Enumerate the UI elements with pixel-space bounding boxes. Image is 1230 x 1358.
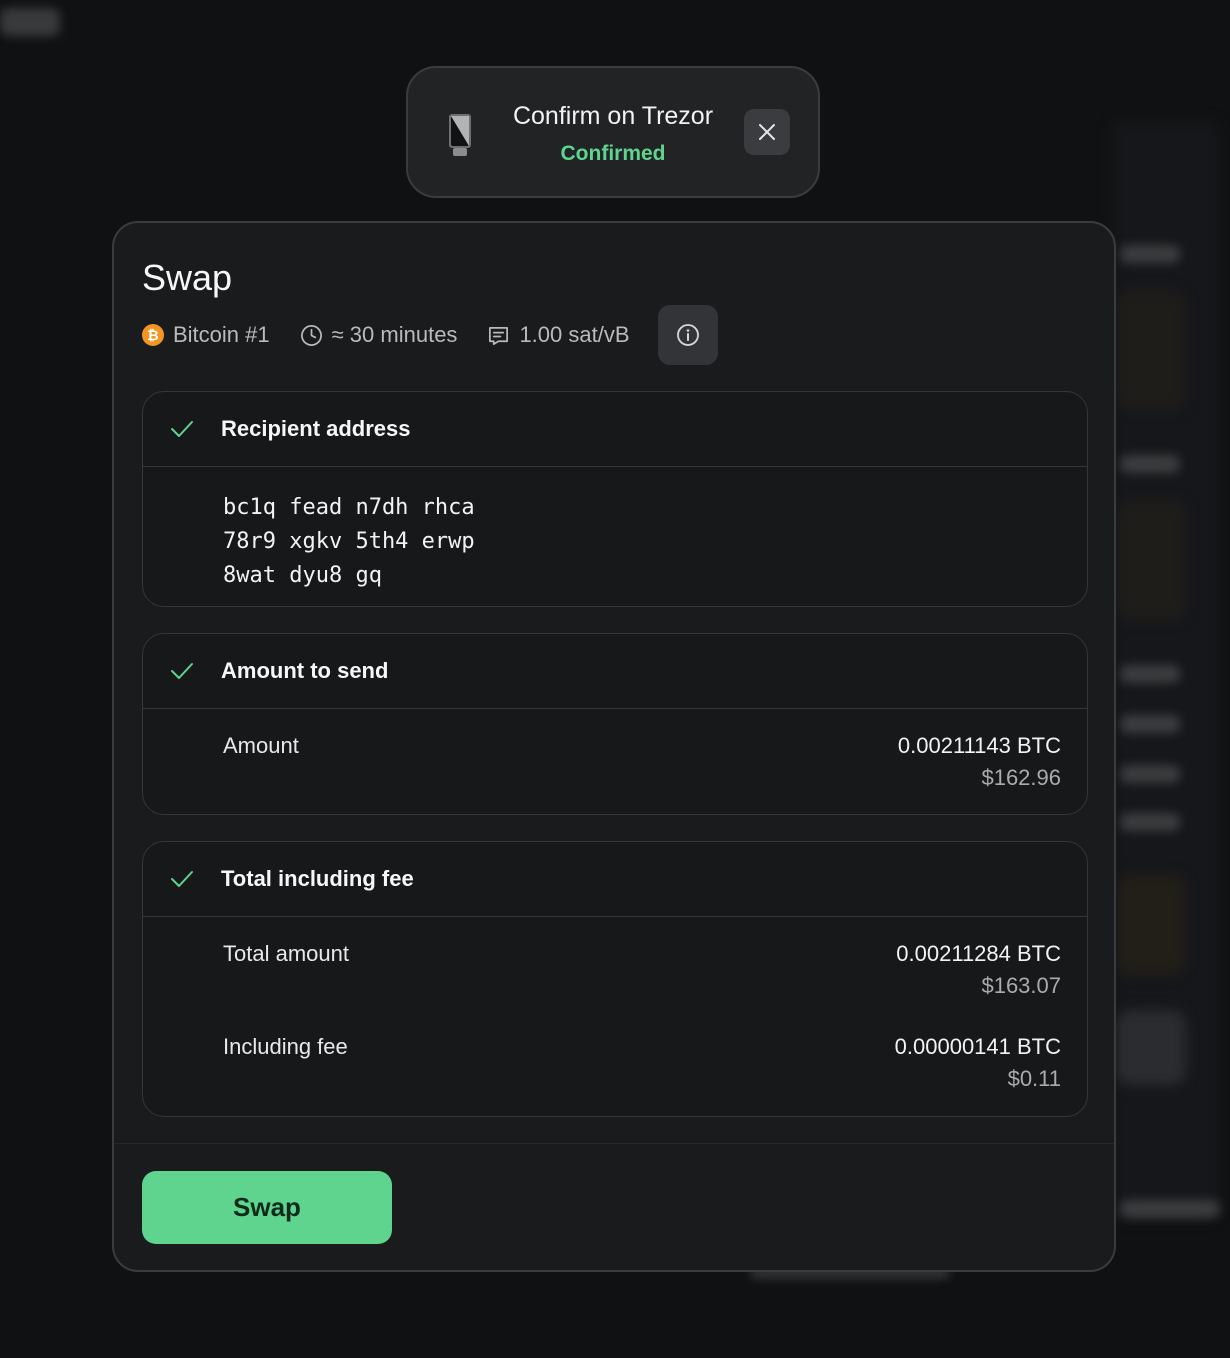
info-icon	[676, 324, 699, 346]
section-header: Recipient address	[143, 392, 1087, 467]
background-blur-text	[1120, 715, 1180, 733]
total-section: Total including fee Total amount 0.00211…	[142, 841, 1088, 1117]
fee-label: Including fee	[223, 1034, 348, 1059]
background-blur-text	[1120, 1200, 1220, 1218]
background-blur-text	[1120, 455, 1180, 473]
account-info: ₿ Bitcoin #1	[142, 322, 270, 348]
background-blur-text	[0, 8, 60, 36]
amount-fiat: $162.96	[981, 765, 1061, 790]
total-amount-value: 0.00211284 BTC $163.07	[896, 939, 1061, 1003]
background-blur-card	[1116, 1010, 1186, 1085]
check-icon	[171, 871, 193, 887]
close-toast-button[interactable]	[744, 109, 790, 155]
fee-rate: 1.00 sat/vB	[487, 322, 630, 348]
background-blur-text	[1120, 813, 1180, 831]
clock-icon	[300, 324, 322, 346]
device-confirmation-toast: Confirm on Trezor Confirmed	[406, 66, 820, 198]
modal-title: Swap	[142, 257, 233, 298]
check-icon	[171, 421, 193, 437]
amount-value: 0.00211143 BTC $162.96	[898, 731, 1061, 795]
footer-divider	[114, 1143, 1114, 1144]
amount-crypto: 0.00211143 BTC	[897, 733, 1061, 758]
estimated-time: ≈ 30 minutes	[300, 322, 458, 348]
amount-section: Amount to send Amount 0.00211143 BTC $16…	[142, 633, 1088, 815]
address-line: 78r9 xgkv 5th4 erwp	[223, 529, 475, 554]
section-header: Amount to send	[143, 634, 1087, 709]
total-crypto: 0.00211284 BTC	[896, 941, 1061, 966]
estimated-time-value: ≈ 30 minutes	[331, 322, 458, 347]
background-blur-text	[1120, 245, 1180, 263]
address-line: bc1q fead n7dh rhca	[223, 495, 475, 520]
total-fiat: $163.07	[981, 973, 1061, 998]
section-label: Recipient address	[221, 416, 411, 441]
bitcoin-icon: ₿	[142, 324, 164, 346]
receipt-icon	[489, 326, 509, 345]
address-line: 8wat dyu8 gq	[223, 563, 382, 588]
section-label: Amount to send	[221, 658, 389, 683]
recipient-address-section: Recipient address bc1q fead n7dh rhca 78…	[142, 391, 1088, 607]
swap-review-modal: Swap ₿ Bitcoin #1 ≈ 30 minutes 1.00 sat/…	[112, 221, 1116, 1272]
transaction-meta: ₿ Bitcoin #1 ≈ 30 minutes 1.00 sat/vB	[142, 305, 718, 365]
background-blur-text	[1120, 765, 1180, 783]
background-blur-text	[1120, 665, 1180, 683]
fee-value: 0.00000141 BTC $0.11	[895, 1032, 1061, 1096]
close-icon	[759, 124, 775, 140]
check-icon	[171, 663, 193, 679]
fee-rate-value: 1.00 sat/vB	[519, 322, 630, 347]
background-blur-card	[1116, 875, 1186, 975]
fee-crypto: 0.00000141 BTC	[894, 1034, 1061, 1059]
section-header: Total including fee	[143, 842, 1087, 917]
swap-button[interactable]: Swap	[142, 1171, 392, 1244]
recipient-address: bc1q fead n7dh rhca 78r9 xgkv 5th4 erwp …	[143, 467, 1087, 593]
fee-fiat: $0.11	[1007, 1066, 1061, 1091]
account-name: Bitcoin #1	[173, 322, 270, 347]
info-button[interactable]	[657, 305, 718, 365]
section-label: Total including fee	[221, 866, 414, 891]
total-amount-label: Total amount	[223, 941, 349, 966]
background-blur-card	[1116, 500, 1186, 620]
amount-label: Amount	[223, 733, 299, 758]
background-blur-card	[1116, 290, 1186, 410]
